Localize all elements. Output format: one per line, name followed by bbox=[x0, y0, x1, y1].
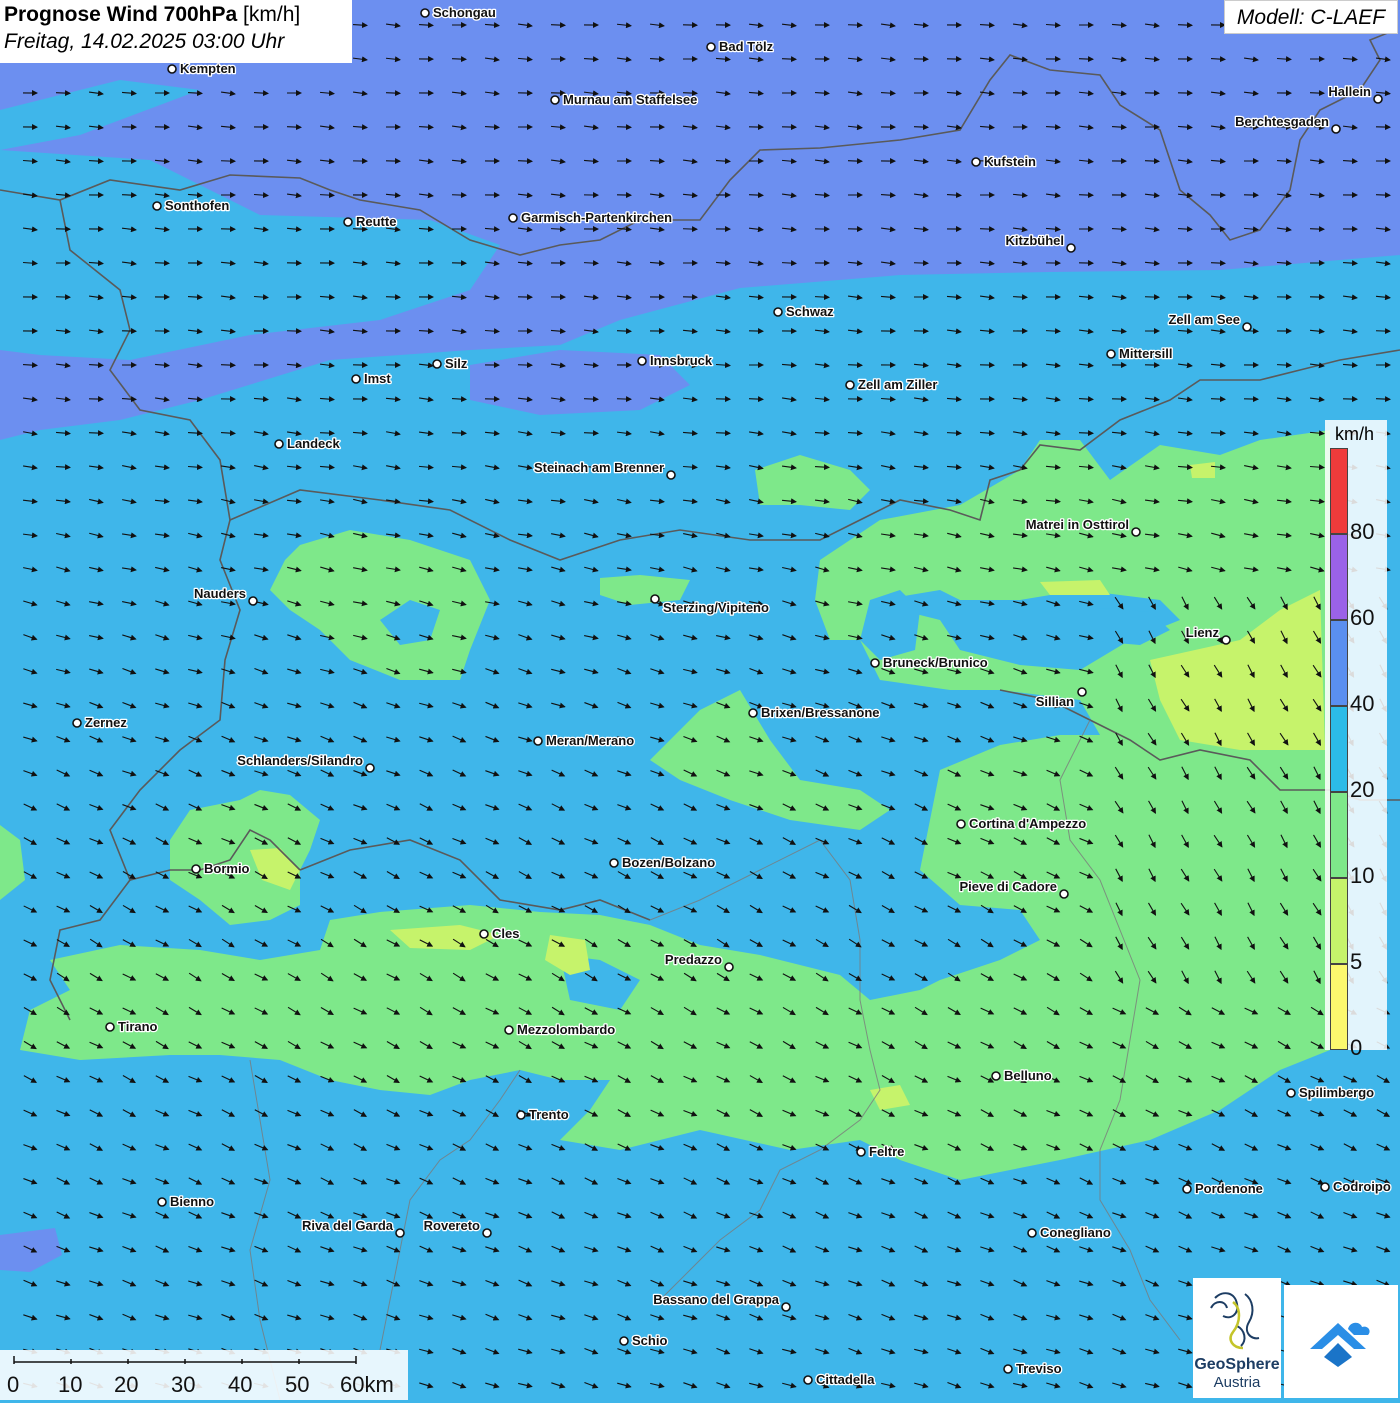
forecast-datetime: Freitag, 14.02.2025 03:00 Uhr bbox=[4, 30, 348, 54]
logo-name: GeoSphere bbox=[1193, 1356, 1281, 1374]
scale-label: 30 bbox=[171, 1372, 195, 1398]
legend-tick-label: 5 bbox=[1350, 949, 1362, 975]
title-box: Prognose Wind 700hPa [km/h] Freitag, 14.… bbox=[0, 0, 352, 63]
logo-subname: Austria bbox=[1193, 1374, 1281, 1391]
cloud-arrow-icon bbox=[1284, 1285, 1398, 1398]
legend-color-segment bbox=[1330, 792, 1348, 878]
legend-tick-label: 40 bbox=[1350, 691, 1374, 717]
scale-label: 20 bbox=[114, 1372, 138, 1398]
legend-color-segment bbox=[1330, 448, 1348, 534]
legend-tick-label: 10 bbox=[1350, 863, 1374, 889]
legend-color-segment bbox=[1330, 706, 1348, 792]
scale-label: 0 bbox=[7, 1372, 19, 1398]
legend-tick-label: 80 bbox=[1350, 519, 1374, 545]
scale-bar: 0 10 20 30 40 50 60km bbox=[0, 1350, 408, 1400]
title-main: Prognose Wind 700hPa bbox=[4, 3, 237, 26]
geosphere-logo[interactable]: GeoSphere Austria bbox=[1193, 1278, 1281, 1398]
geosphere-logo-icon bbox=[1193, 1278, 1281, 1358]
color-legend: km/h 806040201050 bbox=[1325, 420, 1387, 1050]
legend-unit: km/h bbox=[1335, 424, 1374, 445]
scale-label: 10 bbox=[58, 1372, 82, 1398]
wind-map[interactable] bbox=[0, 0, 1400, 1400]
legend-tick-label: 0 bbox=[1350, 1035, 1362, 1061]
app-logo[interactable] bbox=[1284, 1285, 1398, 1398]
legend-color-segment bbox=[1330, 534, 1348, 620]
scale-label: 50 bbox=[285, 1372, 309, 1398]
legend-color-segment bbox=[1330, 620, 1348, 706]
legend-tick-label: 60 bbox=[1350, 605, 1374, 631]
model-label: Modell: C-LAEF bbox=[1224, 0, 1398, 34]
title-unit: [km/h] bbox=[243, 3, 300, 26]
map-title: Prognose Wind 700hPa [km/h] bbox=[4, 3, 348, 27]
scale-label: 60km bbox=[340, 1372, 394, 1398]
scale-label: 40 bbox=[228, 1372, 252, 1398]
legend-color-segment bbox=[1330, 964, 1348, 1050]
legend-tick-label: 20 bbox=[1350, 777, 1374, 803]
legend-color-segment bbox=[1330, 878, 1348, 964]
